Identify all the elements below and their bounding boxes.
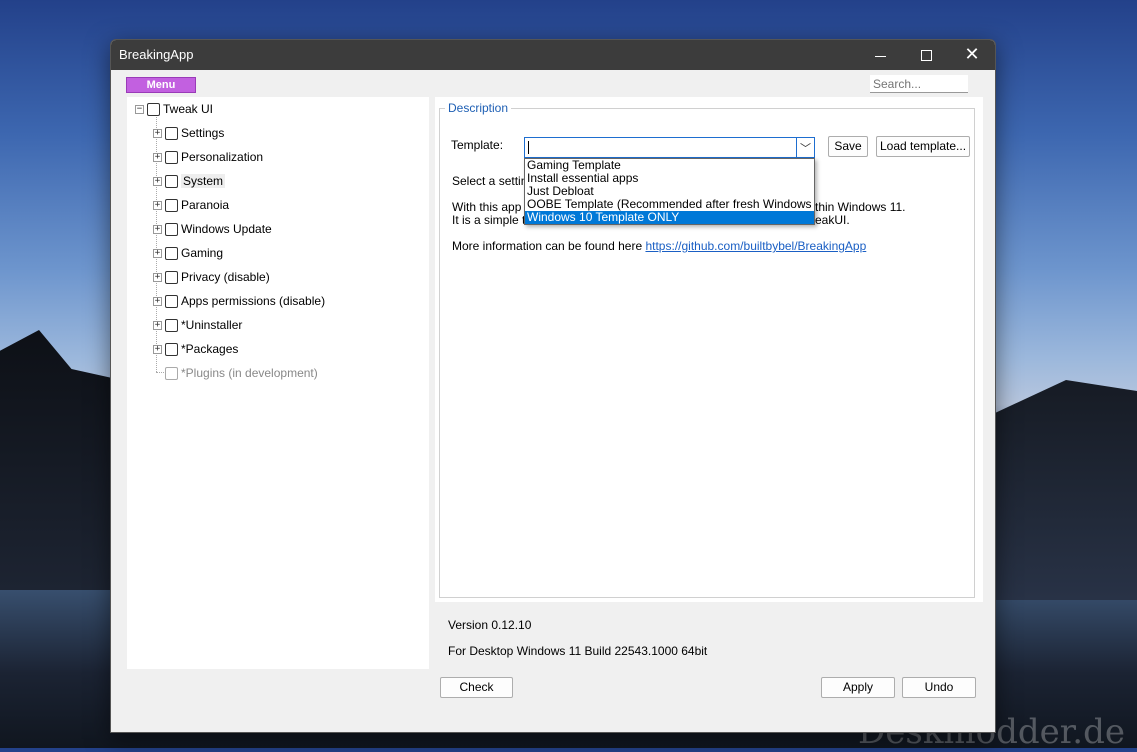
search-input[interactable] [870, 75, 968, 93]
description-line-2-end: eakUI. [815, 213, 850, 227]
template-label: Template: [451, 138, 504, 152]
tree-item-system[interactable]: + System [153, 171, 226, 191]
expand-icon[interactable]: + [153, 296, 162, 306]
expand-icon[interactable]: + [153, 152, 162, 162]
window-title: BreakingApp [119, 47, 194, 62]
tree-item-label: *Packages [181, 342, 239, 356]
checkbox[interactable] [165, 318, 178, 332]
checkbox[interactable] [165, 270, 178, 284]
tree-item-paranoia[interactable]: + Paranoia [153, 195, 229, 215]
chevron-down-icon[interactable]: ﹀ [796, 138, 814, 157]
tree-item-label: Gaming [181, 246, 224, 260]
checkbox [165, 366, 178, 380]
tree-item-label: System [181, 174, 226, 188]
maximize-icon [920, 49, 932, 61]
checkbox[interactable] [165, 342, 178, 356]
tree-item-privacy[interactable]: + Privacy (disable) [153, 267, 270, 287]
select-setting-text: Select a setting [452, 174, 535, 188]
build-text: For Desktop Windows 11 Build 22543.1000 … [448, 644, 708, 658]
template-combobox[interactable]: ﹀ [524, 137, 815, 158]
checkbox[interactable] [147, 102, 160, 116]
close-icon: ✕ [964, 44, 980, 65]
desktop-hill-right [995, 380, 1137, 600]
minimize-icon [874, 55, 886, 57]
tree-item-gaming[interactable]: + Gaming [153, 243, 223, 263]
checkbox[interactable] [165, 174, 178, 188]
expand-icon[interactable]: + [153, 128, 162, 138]
expand-icon[interactable]: + [153, 176, 162, 186]
expand-icon[interactable]: + [153, 344, 162, 354]
tree-item-label: Personalization [181, 150, 264, 164]
description-legend: Description [445, 101, 512, 115]
tree-item-personalization[interactable]: + Personalization [153, 147, 263, 167]
tree-item-plugins: *Plugins (in development) [165, 363, 318, 383]
tree-item-label: *Uninstaller [181, 318, 243, 332]
tree-item-label: Tweak UI [163, 102, 214, 116]
minimize-button[interactable] [857, 40, 903, 70]
expand-icon[interactable]: + [153, 272, 162, 282]
tree-item-uninstaller[interactable]: + *Uninstaller [153, 315, 242, 335]
tree-item-apps-permissions[interactable]: + Apps permissions (disable) [153, 291, 325, 311]
tree-item-label: Apps permissions (disable) [181, 294, 326, 308]
github-link[interactable]: https://github.com/builtbybel/BreakingAp… [645, 239, 866, 253]
menu-button[interactable]: Menu [126, 77, 196, 93]
title-bar[interactable]: BreakingApp ✕ [111, 40, 995, 70]
tree-item-label: Windows Update [181, 222, 272, 236]
description-line-1-end: thin Windows 11. [815, 200, 906, 214]
checkbox[interactable] [165, 126, 178, 140]
tree-item-label: Privacy (disable) [181, 270, 270, 284]
tree-item-label: Paranoia [181, 198, 230, 212]
checkbox[interactable] [165, 294, 178, 308]
text-caret [528, 141, 529, 154]
expand-icon[interactable]: + [153, 248, 162, 258]
save-button[interactable]: Save [828, 136, 868, 157]
tree-item-packages[interactable]: + *Packages [153, 339, 238, 359]
checkbox[interactable] [165, 198, 178, 212]
tweak-tree[interactable]: − Tweak UI + Settings + Personalization … [127, 97, 429, 669]
more-info-label: More information can be found here [452, 239, 643, 253]
dropdown-option-windows-10-template[interactable]: Windows 10 Template ONLY [525, 211, 814, 224]
tree-item-settings[interactable]: + Settings [153, 123, 224, 143]
maximize-button[interactable] [903, 40, 949, 70]
expand-icon[interactable]: + [153, 224, 162, 234]
checkbox[interactable] [165, 222, 178, 236]
load-template-button[interactable]: Load template... [876, 136, 970, 157]
expand-icon[interactable]: + [153, 320, 162, 330]
undo-button[interactable]: Undo [902, 677, 976, 698]
template-dropdown-list[interactable]: Gaming Template Install essential apps J… [524, 158, 815, 225]
more-info-text: More information can be found here https… [452, 239, 866, 253]
check-button[interactable]: Check [440, 677, 513, 698]
checkbox[interactable] [165, 246, 178, 260]
expand-icon[interactable]: + [153, 200, 162, 210]
tree-item-windows-update[interactable]: + Windows Update [153, 219, 272, 239]
close-button[interactable]: ✕ [949, 40, 995, 70]
tree-item-root[interactable]: − Tweak UI [135, 99, 213, 119]
tree-item-label: Settings [181, 126, 225, 140]
tree-item-label: *Plugins (in development) [181, 366, 318, 380]
version-text: Version 0.12.10 [448, 618, 532, 632]
collapse-icon[interactable]: − [135, 104, 144, 114]
checkbox[interactable] [165, 150, 178, 164]
apply-button[interactable]: Apply [821, 677, 895, 698]
app-window: BreakingApp ✕ Menu − Tweak UI + Settings… [110, 39, 996, 733]
